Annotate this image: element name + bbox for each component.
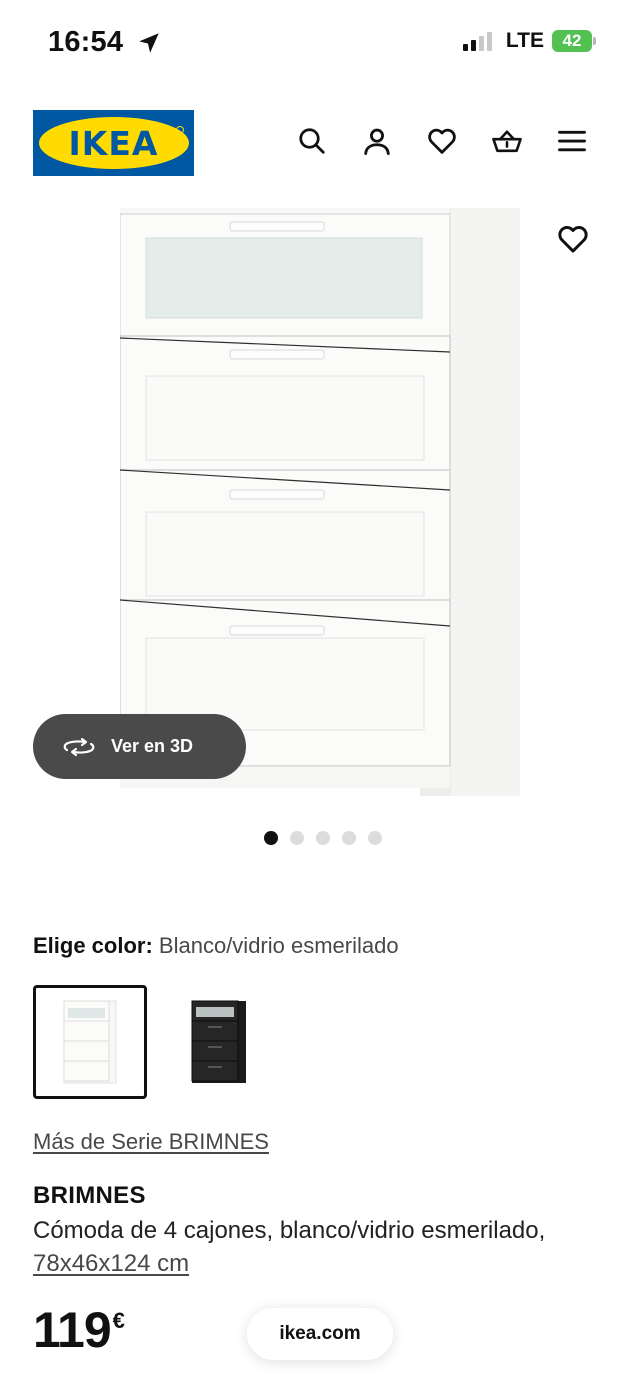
heart-icon[interactable]: [426, 125, 458, 157]
view-3d-label: Ver en 3D: [111, 736, 194, 756]
product-description: Cómoda de 4 cajones, blanco/vidrio esmer…: [33, 1214, 593, 1280]
menu-icon[interactable]: [556, 125, 588, 157]
view-3d-button[interactable]: Ver en 3D: [33, 714, 246, 779]
product-description-text: Cómoda de 4 cajones, blanco/vidrio esmer…: [33, 1217, 546, 1244]
basket-icon[interactable]: [491, 125, 523, 157]
status-indicators: LTE 42: [462, 29, 596, 53]
black-dresser-thumbnail: [191, 1000, 246, 1083]
price-amount: 119: [33, 1302, 112, 1358]
carousel-dot[interactable]: [342, 831, 356, 845]
product-gallery[interactable]: Ver en 3D: [0, 190, 640, 845]
carousel-dot[interactable]: [290, 831, 304, 845]
logo-text: IKEA: [68, 123, 159, 163]
site-header: IKEA: [0, 108, 640, 178]
carousel-dot[interactable]: [316, 831, 330, 845]
product-image: [120, 208, 520, 796]
status-time: 16:54: [48, 26, 124, 58]
search-icon[interactable]: [296, 125, 328, 157]
color-swatches: [33, 985, 275, 1099]
product-dimensions-link[interactable]: 78x46x124 cm: [33, 1250, 189, 1277]
battery-icon: 42: [552, 30, 596, 52]
product-price: 119 €: [33, 1302, 125, 1358]
color-selector-label: Elige color: Blanco/vidrio esmerilado: [33, 933, 399, 959]
series-link[interactable]: Más de Serie BRIMNES: [33, 1129, 269, 1155]
carousel-dots: [0, 831, 640, 845]
white-dresser-thumbnail: [63, 1000, 117, 1084]
carousel-dot[interactable]: [264, 831, 278, 845]
network-type: LTE: [505, 29, 544, 52]
color-label-value: Blanco/vidrio esmerilado: [158, 933, 399, 958]
rotate-3d-icon: [63, 737, 95, 756]
battery-level: 42: [552, 30, 592, 52]
browser-url-pill[interactable]: ikea.com: [247, 1308, 393, 1360]
location-arrow-icon: [139, 33, 159, 53]
product-name: BRIMNES: [33, 1182, 146, 1209]
swatch-white[interactable]: [33, 985, 147, 1099]
price-currency: €: [112, 1308, 125, 1333]
swatch-black[interactable]: [161, 985, 275, 1099]
favorite-heart-icon[interactable]: [556, 222, 590, 256]
color-label-title: Elige color:: [33, 933, 153, 958]
ikea-logo[interactable]: IKEA: [33, 110, 194, 176]
user-icon[interactable]: [361, 125, 393, 157]
signal-icon: [462, 31, 492, 51]
status-bar: 16:54 LTE 42: [0, 0, 640, 84]
carousel-dot[interactable]: [368, 831, 382, 845]
